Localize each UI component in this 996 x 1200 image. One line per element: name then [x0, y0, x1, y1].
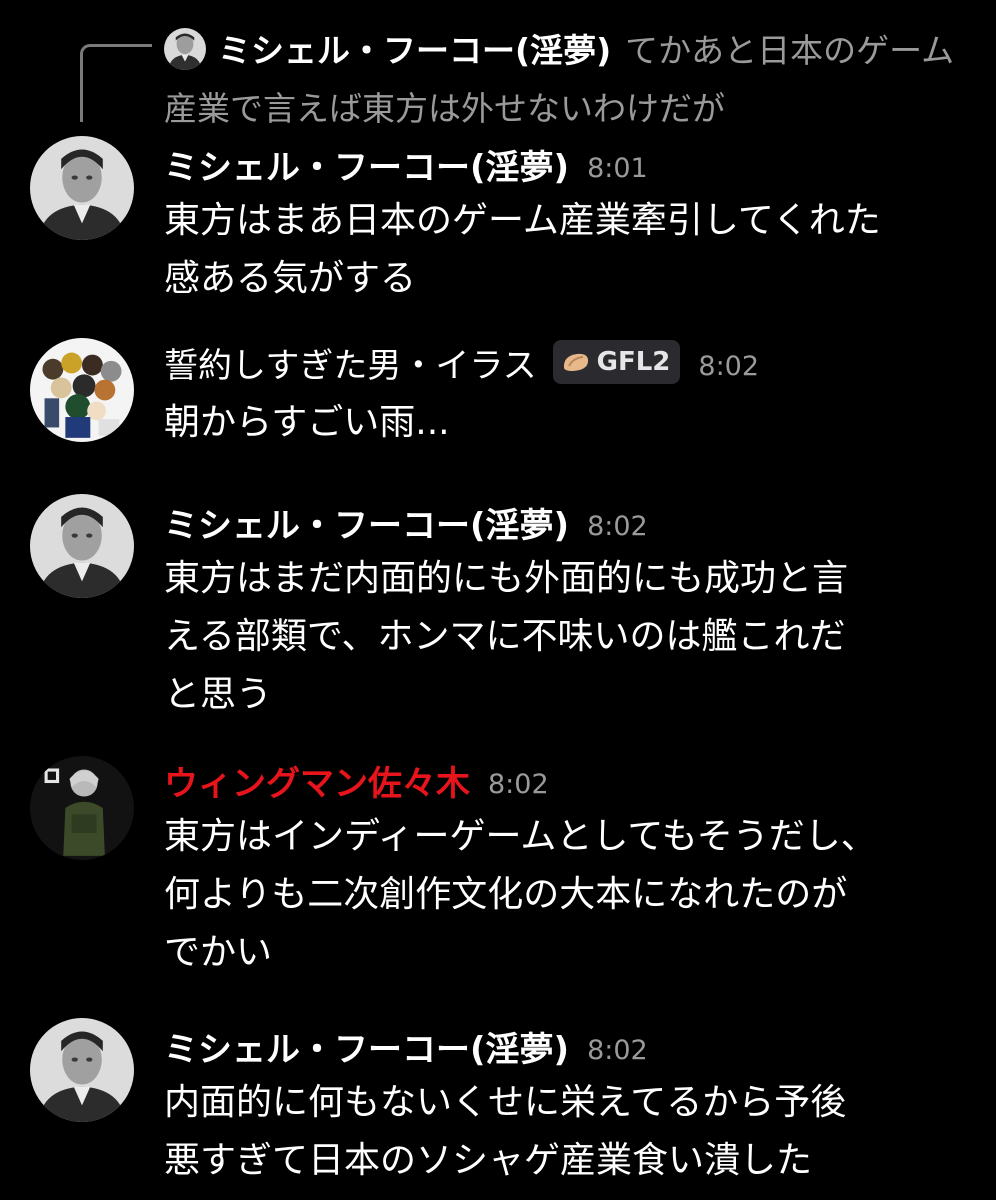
- message-header: ミシェル・フーコー(淫夢) 8:02: [164, 1018, 648, 1074]
- message-item: ミシェル・フーコー(淫夢) 8:01 東方はまあ日本のゲーム産業牽引してくれた …: [0, 136, 996, 326]
- message-header: ミシェル・フーコー(淫夢) 8:02: [164, 494, 648, 550]
- message-header: ミシェル・フーコー(淫夢) 8:01: [164, 136, 648, 192]
- author-name[interactable]: ミシェル・フーコー(淫夢): [164, 1022, 569, 1071]
- message-line: える部類で、ホンマに不味いのは艦これだ: [164, 616, 846, 657]
- reply-author[interactable]: ミシェル・フーコー(淫夢): [218, 31, 611, 70]
- message-line: 内面的に何もないくせに栄えてるから予後: [164, 1082, 847, 1123]
- message-header: ウィングマン佐々木 8:02: [164, 752, 549, 808]
- timestamp: 8:02: [587, 510, 648, 542]
- author-name[interactable]: ミシェル・フーコー(淫夢): [164, 140, 569, 189]
- message-line: 東方はインディーゲームとしてもそうだし、: [164, 816, 877, 857]
- message-item: ミシェル・フーコー(淫夢) 8:02 内面的に何もないくせに栄えてるから予後 悪…: [0, 1018, 996, 1200]
- soldier-avatar-icon[interactable]: [30, 756, 134, 860]
- portrait-avatar-icon: [164, 28, 206, 70]
- timestamp: 8:01: [587, 152, 648, 184]
- message-line: でかい: [164, 932, 273, 973]
- message-text: 東方はまだ内面的にも外面的にも成功と言 える部類で、ホンマに不味いのは艦これだ …: [164, 550, 974, 724]
- timestamp: 8:02: [698, 350, 760, 382]
- portrait-avatar-icon[interactable]: [30, 136, 134, 240]
- message-line: 感ある気がする: [164, 258, 417, 299]
- message-line: 朝からすごい雨...: [164, 402, 450, 443]
- dumpling-icon: [561, 350, 591, 374]
- message-item: ウィングマン佐々木 8:02 東方はインディーゲームとしてもそうだし、 何よりも…: [0, 752, 996, 982]
- reply-preview[interactable]: ミシェル・フーコー(淫夢) てかあと日本のゲーム産業で言えば東方は外せないわけだが: [164, 22, 964, 138]
- message-text: 朝からすごい雨...: [164, 394, 974, 452]
- game-tag-badge[interactable]: GFL2: [552, 340, 681, 384]
- message-text: 内面的に何もないくせに栄えてるから予後 悪すぎて日本のソシャゲ産業食い潰した: [164, 1074, 974, 1190]
- author-name[interactable]: ミシェル・フーコー(淫夢): [164, 498, 569, 547]
- message-line: 悪すぎて日本のソシャゲ産業食い潰した: [164, 1140, 813, 1181]
- message-text: 東方はまあ日本のゲーム産業牽引してくれた 感ある気がする: [164, 192, 974, 308]
- message-text: 東方はインディーゲームとしてもそうだし、 何よりも二次創作文化の大本になれたのが…: [164, 808, 974, 982]
- portrait-avatar-icon[interactable]: [30, 1018, 134, 1122]
- timestamp: 8:02: [488, 768, 549, 800]
- portrait-avatar-icon[interactable]: [30, 494, 134, 598]
- anime-group-avatar-icon[interactable]: [30, 338, 134, 442]
- tag-label: GFL2: [596, 347, 671, 377]
- message-line: 東方はまだ内面的にも外面的にも成功と言: [164, 558, 849, 599]
- message-header: 誓約しすぎた男・イラス GFL2 8:02: [164, 334, 759, 390]
- timestamp: 8:02: [587, 1034, 648, 1066]
- message-line: 東方はまあ日本のゲーム産業牽引してくれた: [164, 200, 881, 241]
- message-item: ミシェル・フーコー(淫夢) 8:02 東方はまだ内面的にも外面的にも成功と言 え…: [0, 494, 996, 715]
- author-name[interactable]: ウィングマン佐々木: [164, 756, 470, 805]
- author-name[interactable]: 誓約しすぎた男・イラス: [164, 338, 537, 387]
- message-item: 誓約しすぎた男・イラス GFL2 8:02 朝からすごい雨...: [0, 334, 996, 474]
- message-line: と思う: [164, 674, 273, 715]
- reply-connector: [80, 44, 152, 122]
- message-line: 何よりも二次創作文化の大本になれたのが: [164, 874, 848, 915]
